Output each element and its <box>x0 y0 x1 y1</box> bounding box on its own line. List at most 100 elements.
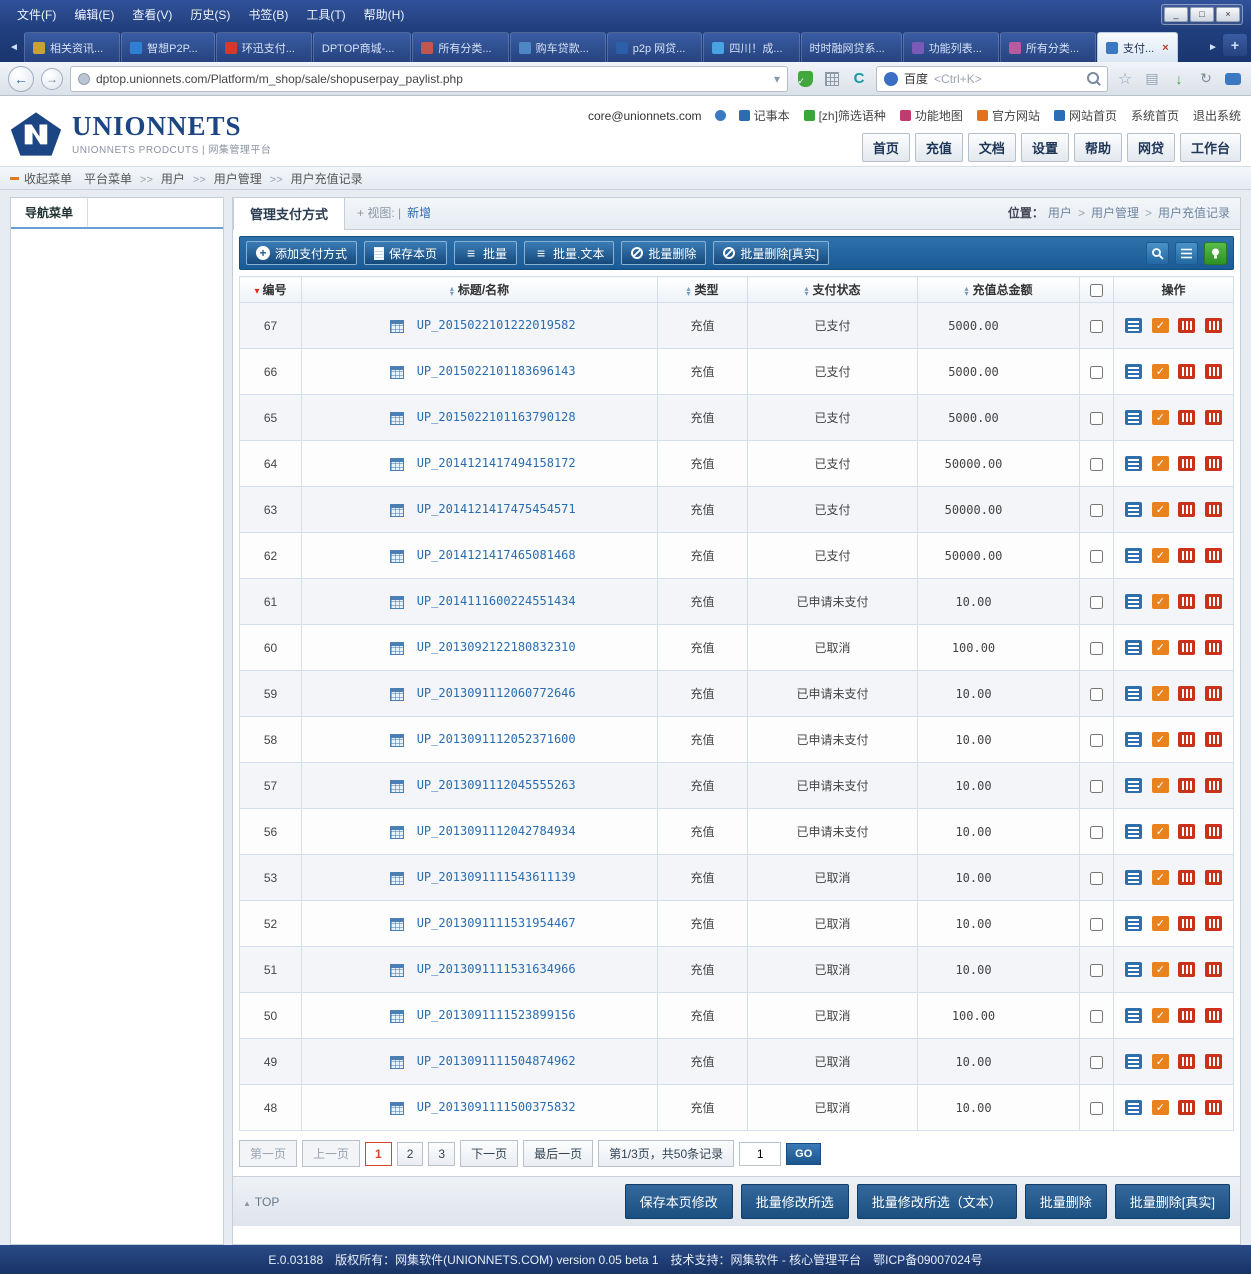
bottom-action-button[interactable]: 保存本页修改 <box>625 1184 733 1219</box>
delete-real-icon[interactable] <box>1205 548 1222 563</box>
logo[interactable]: UNIONNETS UNIONNETS PRODCUTS | 网集管理平台 <box>10 102 271 166</box>
new-view-link[interactable]: 新增 <box>407 204 431 229</box>
delete-real-icon[interactable] <box>1205 594 1222 609</box>
detail-icon[interactable] <box>1125 870 1142 885</box>
bookmark-star-icon[interactable] <box>1115 69 1135 89</box>
nav-button[interactable]: 文档 <box>968 133 1016 162</box>
browser-tab[interactable]: p2p 网贷... <box>607 32 703 62</box>
edit-select-icon[interactable] <box>1152 594 1169 609</box>
header-title[interactable]: 标题/名称 <box>302 277 658 303</box>
toolbar-button[interactable]: 批量.文本 <box>524 241 614 265</box>
bookmarks-icon[interactable] <box>1142 69 1162 89</box>
delete-icon[interactable] <box>1178 1054 1195 1069</box>
page-number-button[interactable]: 2 <box>397 1142 424 1166</box>
edit-select-icon[interactable] <box>1152 364 1169 379</box>
record-title-link[interactable]: UP_2013091111531634966 <box>417 962 576 976</box>
delete-real-icon[interactable] <box>1205 778 1222 793</box>
search-icon[interactable] <box>1087 72 1100 85</box>
delete-icon[interactable] <box>1178 1008 1195 1023</box>
record-title-link[interactable]: UP_2014121417494158172 <box>417 456 576 470</box>
row-checkbox[interactable] <box>1090 964 1103 977</box>
header-link[interactable]: 功能地图 <box>900 107 963 124</box>
location-item[interactable]: 用户 <box>1048 204 1072 221</box>
browser-tab[interactable]: 功能列表... <box>903 32 999 62</box>
detail-icon[interactable] <box>1125 364 1142 379</box>
row-checkbox[interactable] <box>1090 1102 1103 1115</box>
toolbar-button[interactable]: 批量删除 <box>621 241 706 265</box>
record-title-link[interactable]: UP_2015022101222019582 <box>417 318 576 332</box>
nav-button[interactable]: 帮助 <box>1074 133 1122 162</box>
edit-select-icon[interactable] <box>1152 1008 1169 1023</box>
delete-icon[interactable] <box>1178 824 1195 839</box>
minimize-button[interactable]: _ <box>1164 7 1188 22</box>
row-checkbox[interactable] <box>1090 1056 1103 1069</box>
delete-real-icon[interactable] <box>1205 640 1222 655</box>
edit-select-icon[interactable] <box>1152 318 1169 333</box>
detail-icon[interactable] <box>1125 732 1142 747</box>
delete-real-icon[interactable] <box>1205 502 1222 517</box>
delete-icon[interactable] <box>1178 318 1195 333</box>
sort-icon[interactable] <box>450 286 454 296</box>
page-number-button[interactable]: 1 <box>365 1142 392 1166</box>
delete-real-icon[interactable] <box>1205 824 1222 839</box>
row-checkbox[interactable] <box>1090 918 1103 931</box>
delete-real-icon[interactable] <box>1205 870 1222 885</box>
nav-button[interactable]: 工作台 <box>1180 133 1241 162</box>
edit-select-icon[interactable] <box>1152 916 1169 931</box>
detail-icon[interactable] <box>1125 548 1142 563</box>
detail-icon[interactable] <box>1125 962 1142 977</box>
delete-real-icon[interactable] <box>1205 318 1222 333</box>
menu-item[interactable]: 文件(F) <box>8 3 65 26</box>
bottom-action-button[interactable]: 批量修改所选（文本） <box>857 1184 1017 1219</box>
browser-tab[interactable]: DPTOP商城-... <box>313 32 412 62</box>
record-title-link[interactable]: UP_2013091111504874962 <box>417 1054 576 1068</box>
record-title-link[interactable]: UP_2013091112060772646 <box>417 686 576 700</box>
edit-select-icon[interactable] <box>1152 502 1169 517</box>
record-title-link[interactable]: UP_2013091112052371600 <box>417 732 576 746</box>
sidebar-title[interactable]: 导航菜单 <box>11 198 88 227</box>
record-title-link[interactable]: UP_2015022101183696143 <box>417 364 576 378</box>
tab-close-icon[interactable]: × <box>1162 42 1168 54</box>
delete-icon[interactable] <box>1178 778 1195 793</box>
delete-real-icon[interactable] <box>1205 456 1222 471</box>
menu-item[interactable]: 编辑(E) <box>65 3 123 26</box>
detail-icon[interactable] <box>1125 640 1142 655</box>
browser-tab[interactable]: 所有分类... <box>412 32 508 62</box>
detail-icon[interactable] <box>1125 778 1142 793</box>
list-view-icon[interactable] <box>1175 242 1198 265</box>
detail-icon[interactable] <box>1125 1100 1142 1115</box>
header-link[interactable]: 记事本 <box>739 107 790 124</box>
row-checkbox[interactable] <box>1090 504 1103 517</box>
row-checkbox[interactable] <box>1090 550 1103 563</box>
breadcrumb-item[interactable]: 平台菜单 <box>84 170 132 187</box>
new-tab-button[interactable] <box>1223 34 1247 56</box>
edit-select-icon[interactable] <box>1152 1054 1169 1069</box>
record-title-link[interactable]: UP_2013091112045555263 <box>417 778 576 792</box>
row-checkbox[interactable] <box>1090 596 1103 609</box>
delete-icon[interactable] <box>1178 364 1195 379</box>
reload-icon[interactable] <box>849 69 869 89</box>
edit-select-icon[interactable] <box>1152 732 1169 747</box>
menu-item[interactable]: 帮助(H) <box>355 3 414 26</box>
menu-item[interactable]: 历史(S) <box>181 3 239 26</box>
browser-tab[interactable]: 四川！成... <box>703 32 799 62</box>
menu-item[interactable]: 书签(B) <box>239 3 297 26</box>
search-engine-icon[interactable] <box>884 72 898 86</box>
next-page-button[interactable]: 下一页 <box>460 1140 518 1167</box>
browser-tab[interactable]: 购车贷款... <box>510 32 606 62</box>
tab-scroll-right-icon[interactable] <box>1203 32 1223 62</box>
tab-scroll-left-icon[interactable] <box>4 32 24 62</box>
browser-tab[interactable]: 时时融网贷系... <box>801 32 902 62</box>
row-checkbox[interactable] <box>1090 688 1103 701</box>
header-type[interactable]: 类型 <box>658 277 748 303</box>
header-amount[interactable]: 充值总金额 <box>918 277 1080 303</box>
select-all-checkbox[interactable] <box>1090 284 1103 297</box>
location-item[interactable]: 用户充值记录 <box>1139 204 1230 221</box>
bottom-action-button[interactable]: 批量删除 <box>1025 1184 1107 1219</box>
nav-button[interactable]: 设置 <box>1021 133 1069 162</box>
sort-icon[interactable] <box>804 286 808 296</box>
row-checkbox[interactable] <box>1090 826 1103 839</box>
delete-icon[interactable] <box>1178 686 1195 701</box>
search-field[interactable]: 百度 <Ctrl+K> <box>876 66 1108 92</box>
page-number-button[interactable]: 3 <box>428 1142 455 1166</box>
